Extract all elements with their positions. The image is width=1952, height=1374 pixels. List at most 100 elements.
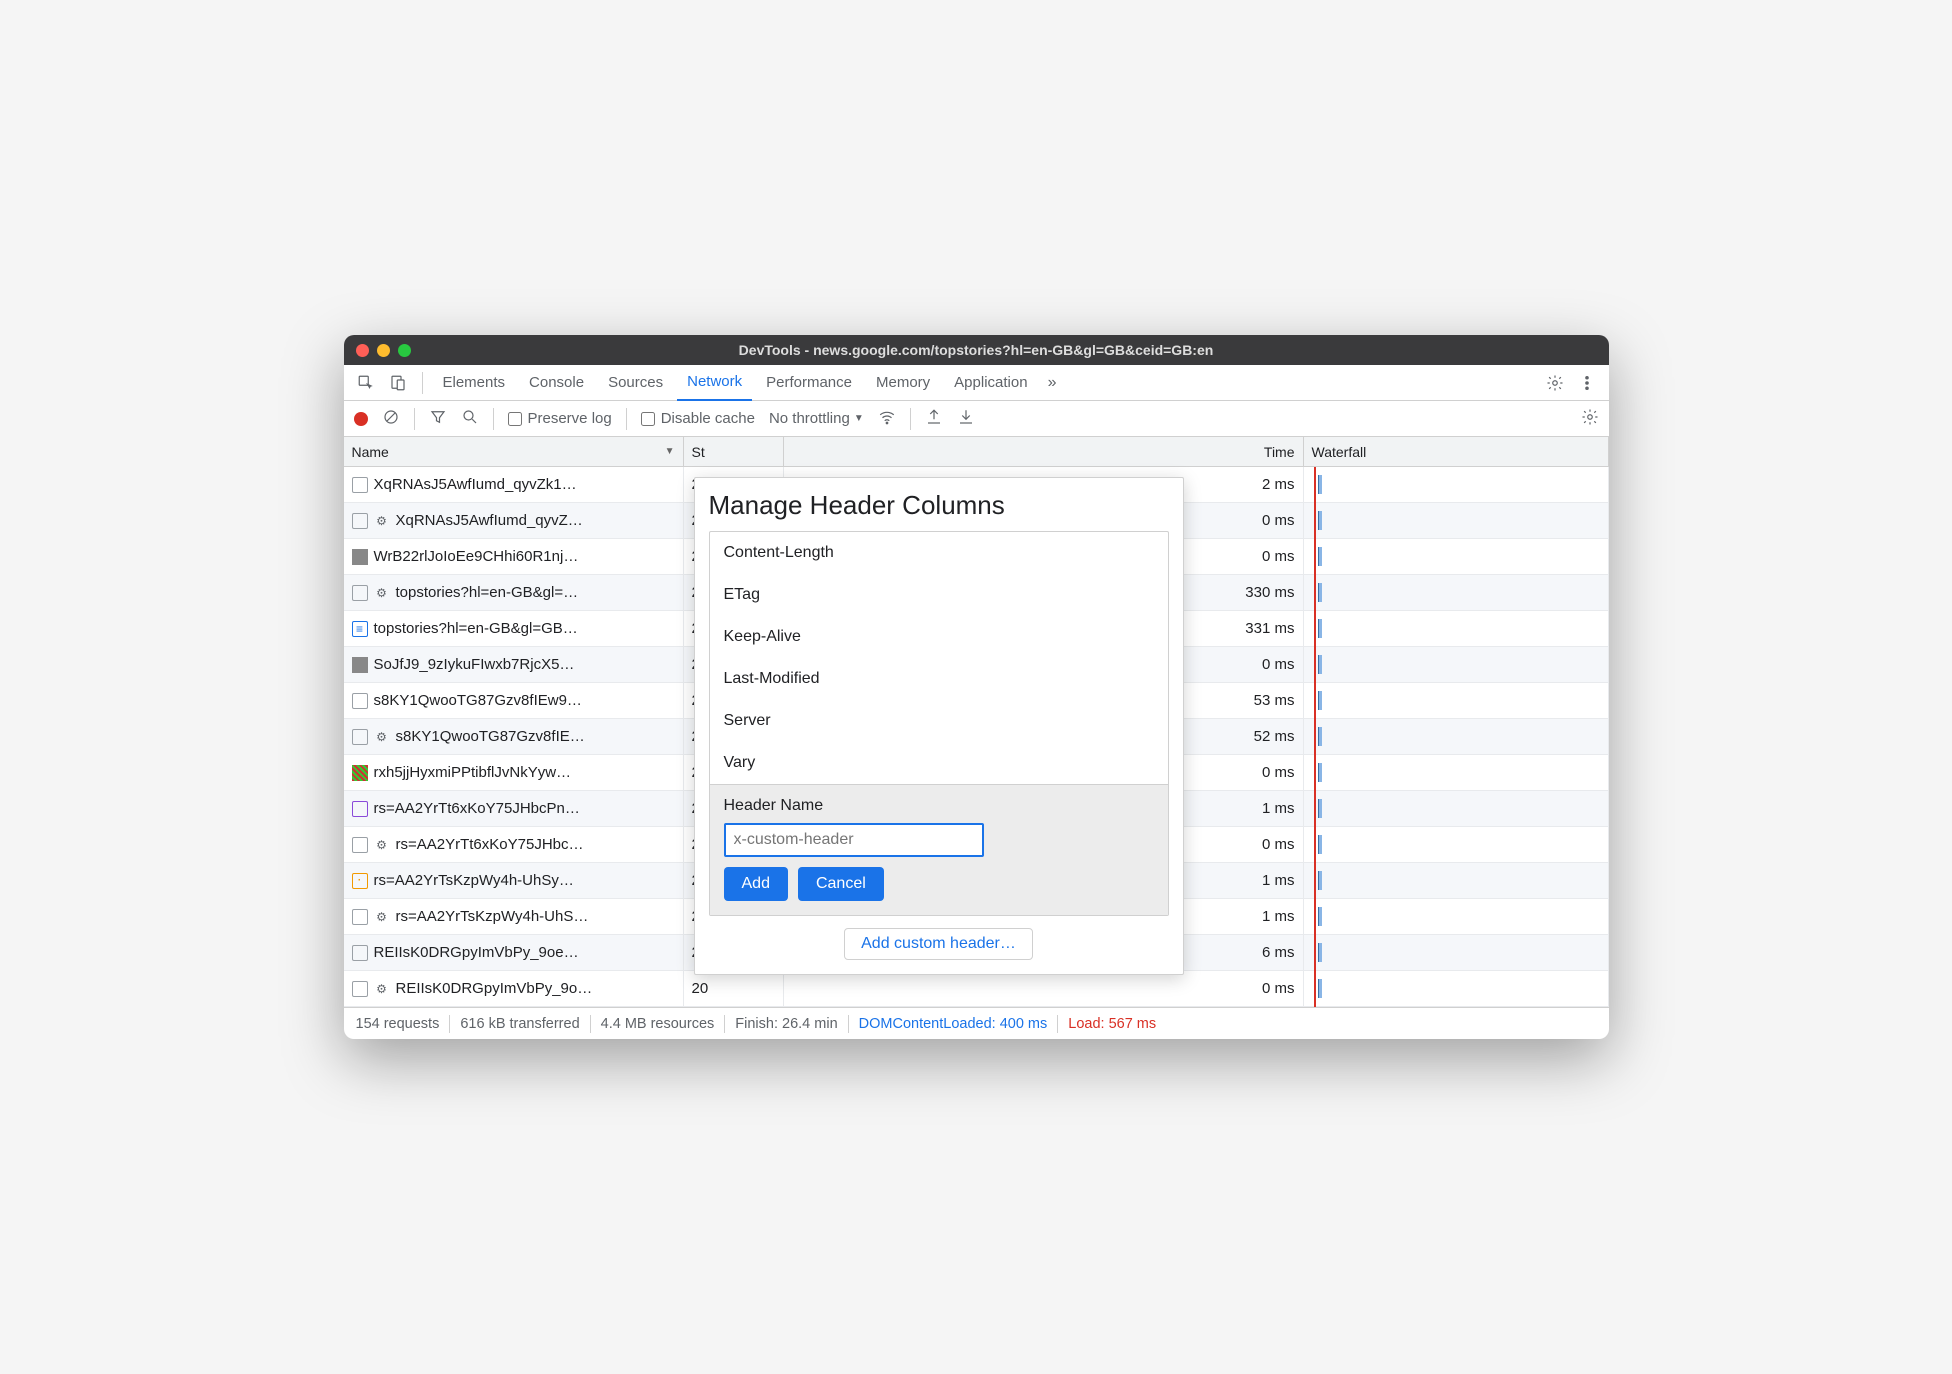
cell-waterfall bbox=[1304, 683, 1609, 718]
filter-icon[interactable] bbox=[429, 408, 447, 430]
cancel-button[interactable]: Cancel bbox=[798, 867, 884, 901]
gear-icon: ⚙ bbox=[374, 837, 390, 853]
waterfall-bar bbox=[1318, 475, 1322, 494]
request-name: REIIsK0DRGpyImVbPy_9o… bbox=[396, 980, 593, 997]
col-waterfall[interactable]: Waterfall bbox=[1304, 437, 1609, 466]
add-header-section: Header Name Add Cancel bbox=[710, 784, 1168, 915]
more-tabs-icon[interactable]: » bbox=[1042, 374, 1063, 392]
titlebar: DevTools - news.google.com/topstories?hl… bbox=[344, 335, 1609, 365]
tab-memory[interactable]: Memory bbox=[866, 365, 940, 401]
header-name-label: Header Name bbox=[724, 797, 1154, 815]
image-icon bbox=[352, 549, 368, 565]
request-name: rxh5jjHyxmiPPtibflJvNkYyw… bbox=[374, 764, 572, 781]
file-icon bbox=[352, 909, 368, 925]
header-column-item[interactable]: Content-Length bbox=[710, 532, 1168, 574]
col-status[interactable]: St bbox=[684, 437, 784, 466]
throttling-select[interactable]: No throttling ▼ bbox=[769, 410, 864, 427]
waterfall-bar bbox=[1318, 691, 1322, 710]
close-button[interactable] bbox=[356, 344, 369, 357]
device-toggle-icon[interactable] bbox=[384, 369, 412, 397]
script-icon bbox=[352, 801, 368, 817]
cell-waterfall bbox=[1304, 467, 1609, 502]
tab-application[interactable]: Application bbox=[944, 365, 1037, 401]
preserve-log-checkbox[interactable]: Preserve log bbox=[508, 410, 612, 427]
file-icon bbox=[352, 693, 368, 709]
cell-waterfall bbox=[1304, 539, 1609, 574]
status-transferred: 616 kB transferred bbox=[460, 1016, 579, 1032]
tab-elements[interactable]: Elements bbox=[433, 365, 516, 401]
file-icon bbox=[352, 477, 368, 493]
manage-header-columns-popover: Manage Header Columns Content-LengthETag… bbox=[694, 477, 1184, 975]
waterfall-bar bbox=[1318, 619, 1322, 638]
cell-name: ⚙ XqRNAsJ5AwfIumd_qyvZ… bbox=[344, 503, 684, 538]
request-name: topstories?hl=en-GB&gl=GB… bbox=[374, 620, 578, 637]
cell-waterfall bbox=[1304, 647, 1609, 682]
request-name: SoJfJ9_9zIykuFIwxb7RjcX5… bbox=[374, 656, 575, 673]
maximize-button[interactable] bbox=[398, 344, 411, 357]
cell-waterfall bbox=[1304, 899, 1609, 934]
add-custom-header-button[interactable]: Add custom header… bbox=[844, 928, 1033, 960]
cell-name: REIIsK0DRGpyImVbPy_9oe… bbox=[344, 935, 684, 970]
network-conditions-icon[interactable] bbox=[878, 408, 896, 430]
request-name: WrB22rlJoIoEe9CHhi60R1nj… bbox=[374, 548, 579, 565]
popover-title: Manage Header Columns bbox=[695, 478, 1183, 531]
file-icon bbox=[352, 513, 368, 529]
waterfall-bar bbox=[1318, 907, 1322, 926]
request-name: rs=AA2YrTsKzpWy4h-UhSy… bbox=[374, 872, 574, 889]
col-time[interactable]: Time bbox=[784, 437, 1304, 466]
traffic-lights bbox=[356, 344, 411, 357]
record-button[interactable] bbox=[354, 412, 368, 426]
cell-name: ⚙ rs=AA2YrTsKzpWy4h-UhS… bbox=[344, 899, 684, 934]
divider bbox=[422, 372, 423, 394]
cell-name: SoJfJ9_9zIykuFIwxb7RjcX5… bbox=[344, 647, 684, 682]
waterfall-bar bbox=[1318, 655, 1322, 674]
grid-header: Name▼ St Time Waterfall bbox=[344, 437, 1609, 467]
waterfall-bar bbox=[1318, 943, 1322, 962]
file-icon bbox=[352, 945, 368, 961]
header-column-item[interactable]: Keep-Alive bbox=[710, 616, 1168, 658]
waterfall-bar bbox=[1318, 871, 1322, 890]
document-icon: ≡ bbox=[352, 621, 368, 637]
settings-panel-icon[interactable] bbox=[1581, 408, 1599, 430]
search-icon[interactable] bbox=[461, 408, 479, 430]
upload-icon[interactable] bbox=[925, 408, 943, 430]
request-name: rs=AA2YrTt6xKoY75JHbcPn… bbox=[374, 800, 580, 817]
header-column-item[interactable]: Last-Modified bbox=[710, 658, 1168, 700]
clear-icon[interactable] bbox=[382, 408, 400, 430]
settings-icon[interactable] bbox=[1541, 369, 1569, 397]
gear-icon: ⚙ bbox=[374, 513, 390, 529]
col-name[interactable]: Name▼ bbox=[344, 437, 684, 466]
status-resources: 4.4 MB resources bbox=[601, 1016, 715, 1032]
cell-time: 0 ms bbox=[784, 971, 1304, 1006]
tab-sources[interactable]: Sources bbox=[598, 365, 673, 401]
header-column-item[interactable]: Vary bbox=[710, 742, 1168, 784]
cell-name: XqRNAsJ5AwfIumd_qyvZk1… bbox=[344, 467, 684, 502]
header-column-item[interactable]: Server bbox=[710, 700, 1168, 742]
image-icon bbox=[352, 765, 368, 781]
gear-icon: ⚙ bbox=[374, 909, 390, 925]
header-listbox: Content-LengthETagKeep-AliveLast-Modifie… bbox=[709, 531, 1169, 916]
request-name: XqRNAsJ5AwfIumd_qyvZ… bbox=[396, 512, 583, 529]
inspect-icon[interactable] bbox=[352, 369, 380, 397]
table-row[interactable]: ⚙REIIsK0DRGpyImVbPy_9o…200 ms bbox=[344, 971, 1609, 1007]
add-button[interactable]: Add bbox=[724, 867, 788, 901]
request-name: rs=AA2YrTt6xKoY75JHbc… bbox=[396, 836, 584, 853]
image-icon bbox=[352, 657, 368, 673]
cell-name: WrB22rlJoIoEe9CHhi60R1nj… bbox=[344, 539, 684, 574]
header-column-item[interactable]: ETag bbox=[710, 574, 1168, 616]
disable-cache-checkbox[interactable]: Disable cache bbox=[641, 410, 755, 427]
waterfall-bar bbox=[1318, 835, 1322, 854]
waterfall-bar bbox=[1318, 727, 1322, 746]
header-name-input[interactable] bbox=[724, 823, 984, 857]
request-name: rs=AA2YrTsKzpWy4h-UhS… bbox=[396, 908, 589, 925]
download-icon[interactable] bbox=[957, 408, 975, 430]
cell-name: rxh5jjHyxmiPPtibflJvNkYyw… bbox=[344, 755, 684, 790]
kebab-icon[interactable] bbox=[1573, 369, 1601, 397]
tab-console[interactable]: Console bbox=[519, 365, 594, 401]
cell-name: ⚙topstories?hl=en-GB&gl=… bbox=[344, 575, 684, 610]
cell-waterfall bbox=[1304, 827, 1609, 862]
tab-performance[interactable]: Performance bbox=[756, 365, 862, 401]
devtools-window: DevTools - news.google.com/topstories?hl… bbox=[344, 335, 1609, 1039]
minimize-button[interactable] bbox=[377, 344, 390, 357]
tab-network[interactable]: Network bbox=[677, 365, 752, 401]
